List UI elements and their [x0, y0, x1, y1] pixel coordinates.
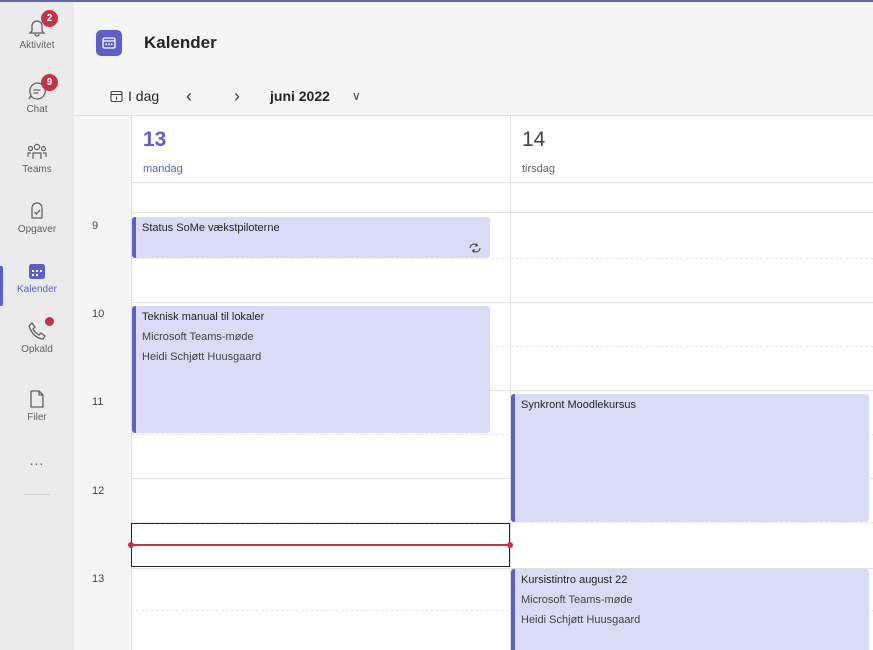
hour-label: 11: [92, 396, 104, 408]
calendar-icon: [26, 260, 48, 282]
chevron-down-icon[interactable]: ∨: [352, 86, 361, 106]
current-time-indicator: [131, 544, 510, 546]
today-button[interactable]: I dag: [128, 86, 159, 106]
rail-item-chat[interactable]: 9 Chat: [0, 74, 74, 138]
current-time-dot: [128, 542, 134, 548]
month-picker[interactable]: juni 2022: [270, 86, 330, 106]
rail-item-teams[interactable]: Teams: [0, 140, 74, 198]
event-synkront-moodlekursus[interactable]: Synkront Moodlekursus: [511, 394, 869, 522]
event-location: Microsoft Teams-møde: [142, 331, 254, 343]
today-calendar-icon: [110, 88, 123, 108]
event-title: Synkront Moodlekursus: [521, 399, 636, 411]
rail-label: Opkald: [21, 344, 53, 355]
time-gutter: [74, 116, 131, 650]
event-kursistintro[interactable]: Kursistintro august 22 Microsoft Teams-m…: [511, 569, 869, 650]
hour-line: [131, 302, 873, 303]
page-title: Kalender: [144, 33, 217, 52]
rail-label: Aktivitet: [19, 40, 55, 51]
day-header-tuesday[interactable]: 14 tirsdag: [510, 116, 873, 182]
teams-icon: [26, 140, 48, 162]
recurring-icon: [468, 242, 482, 254]
more-apps-button[interactable]: ...: [0, 452, 74, 468]
event-teknisk-manual[interactable]: Teknisk manual til lokaler Microsoft Tea…: [132, 306, 490, 433]
event-title: Teknisk manual til lokaler: [142, 311, 265, 323]
rail-item-opgaver[interactable]: Opgaver: [0, 200, 74, 258]
current-time-dot: [507, 542, 513, 548]
hour-line: [131, 212, 873, 213]
app-header: Kalender: [74, 0, 873, 74]
day-name: tirsdag: [522, 163, 556, 175]
rail-item-opkald[interactable]: Opkald: [0, 317, 74, 378]
hour-label: 10: [92, 308, 105, 320]
rail-divider: [24, 494, 50, 495]
event-organizer: Heidi Schjøtt Huusgaard: [142, 351, 262, 363]
event-status-some[interactable]: Status SoMe vækstpiloterne: [132, 217, 490, 258]
rail-item-aktivitet[interactable]: 2 Aktivitet: [0, 10, 74, 74]
header-divider: [131, 182, 873, 183]
hour-label: 13: [92, 573, 105, 585]
rail-label: Filer: [27, 412, 47, 423]
hour-label: 12: [92, 485, 105, 497]
activity-badge: 2: [41, 10, 58, 27]
hour-label: 9: [92, 220, 99, 232]
tasks-icon: [26, 200, 48, 222]
day-number: 14: [522, 128, 546, 151]
half-hour-line: [131, 258, 873, 259]
chat-icon: 9: [26, 74, 58, 102]
next-week-button[interactable]: ›: [234, 86, 240, 106]
calendar-toolbar: I dag ‹ › juni 2022 ∨: [74, 74, 873, 116]
event-location: Microsoft Teams-møde: [521, 594, 633, 606]
phone-icon: [26, 317, 54, 342]
event-organizer: Heidi Schjøtt Huusgaard: [521, 614, 641, 626]
previous-week-button[interactable]: ‹: [186, 86, 192, 106]
day-number: 13: [143, 128, 167, 151]
rail-label: Chat: [26, 104, 48, 115]
rail-label: Teams: [22, 164, 52, 175]
rail-label: Opgaver: [17, 224, 57, 235]
rail-item-filer[interactable]: Filer: [0, 388, 74, 446]
bell-icon: 2: [26, 10, 58, 38]
calendar-app-icon: [96, 30, 122, 56]
file-icon: [26, 388, 48, 410]
rail-label: Kalender: [16, 284, 58, 295]
event-title: Kursistintro august 22: [521, 574, 628, 586]
day-header-monday[interactable]: 13 mandag: [131, 116, 510, 182]
notification-dot: [45, 317, 54, 326]
teams-app: 2 Aktivitet 9 Chat Teams Opgaver Kalende…: [0, 0, 873, 650]
event-title: Status SoMe vækstpiloterne: [142, 222, 280, 234]
rail-item-kalender[interactable]: Kalender: [0, 260, 74, 318]
day-name: mandag: [143, 163, 183, 175]
app-rail: 2 Aktivitet 9 Chat Teams Opgaver Kalende…: [0, 0, 74, 650]
chat-badge: 9: [41, 74, 58, 91]
calendar-grid: 13 mandag 14 tirsdag 9 10 11 12 13 Statu…: [74, 116, 873, 650]
